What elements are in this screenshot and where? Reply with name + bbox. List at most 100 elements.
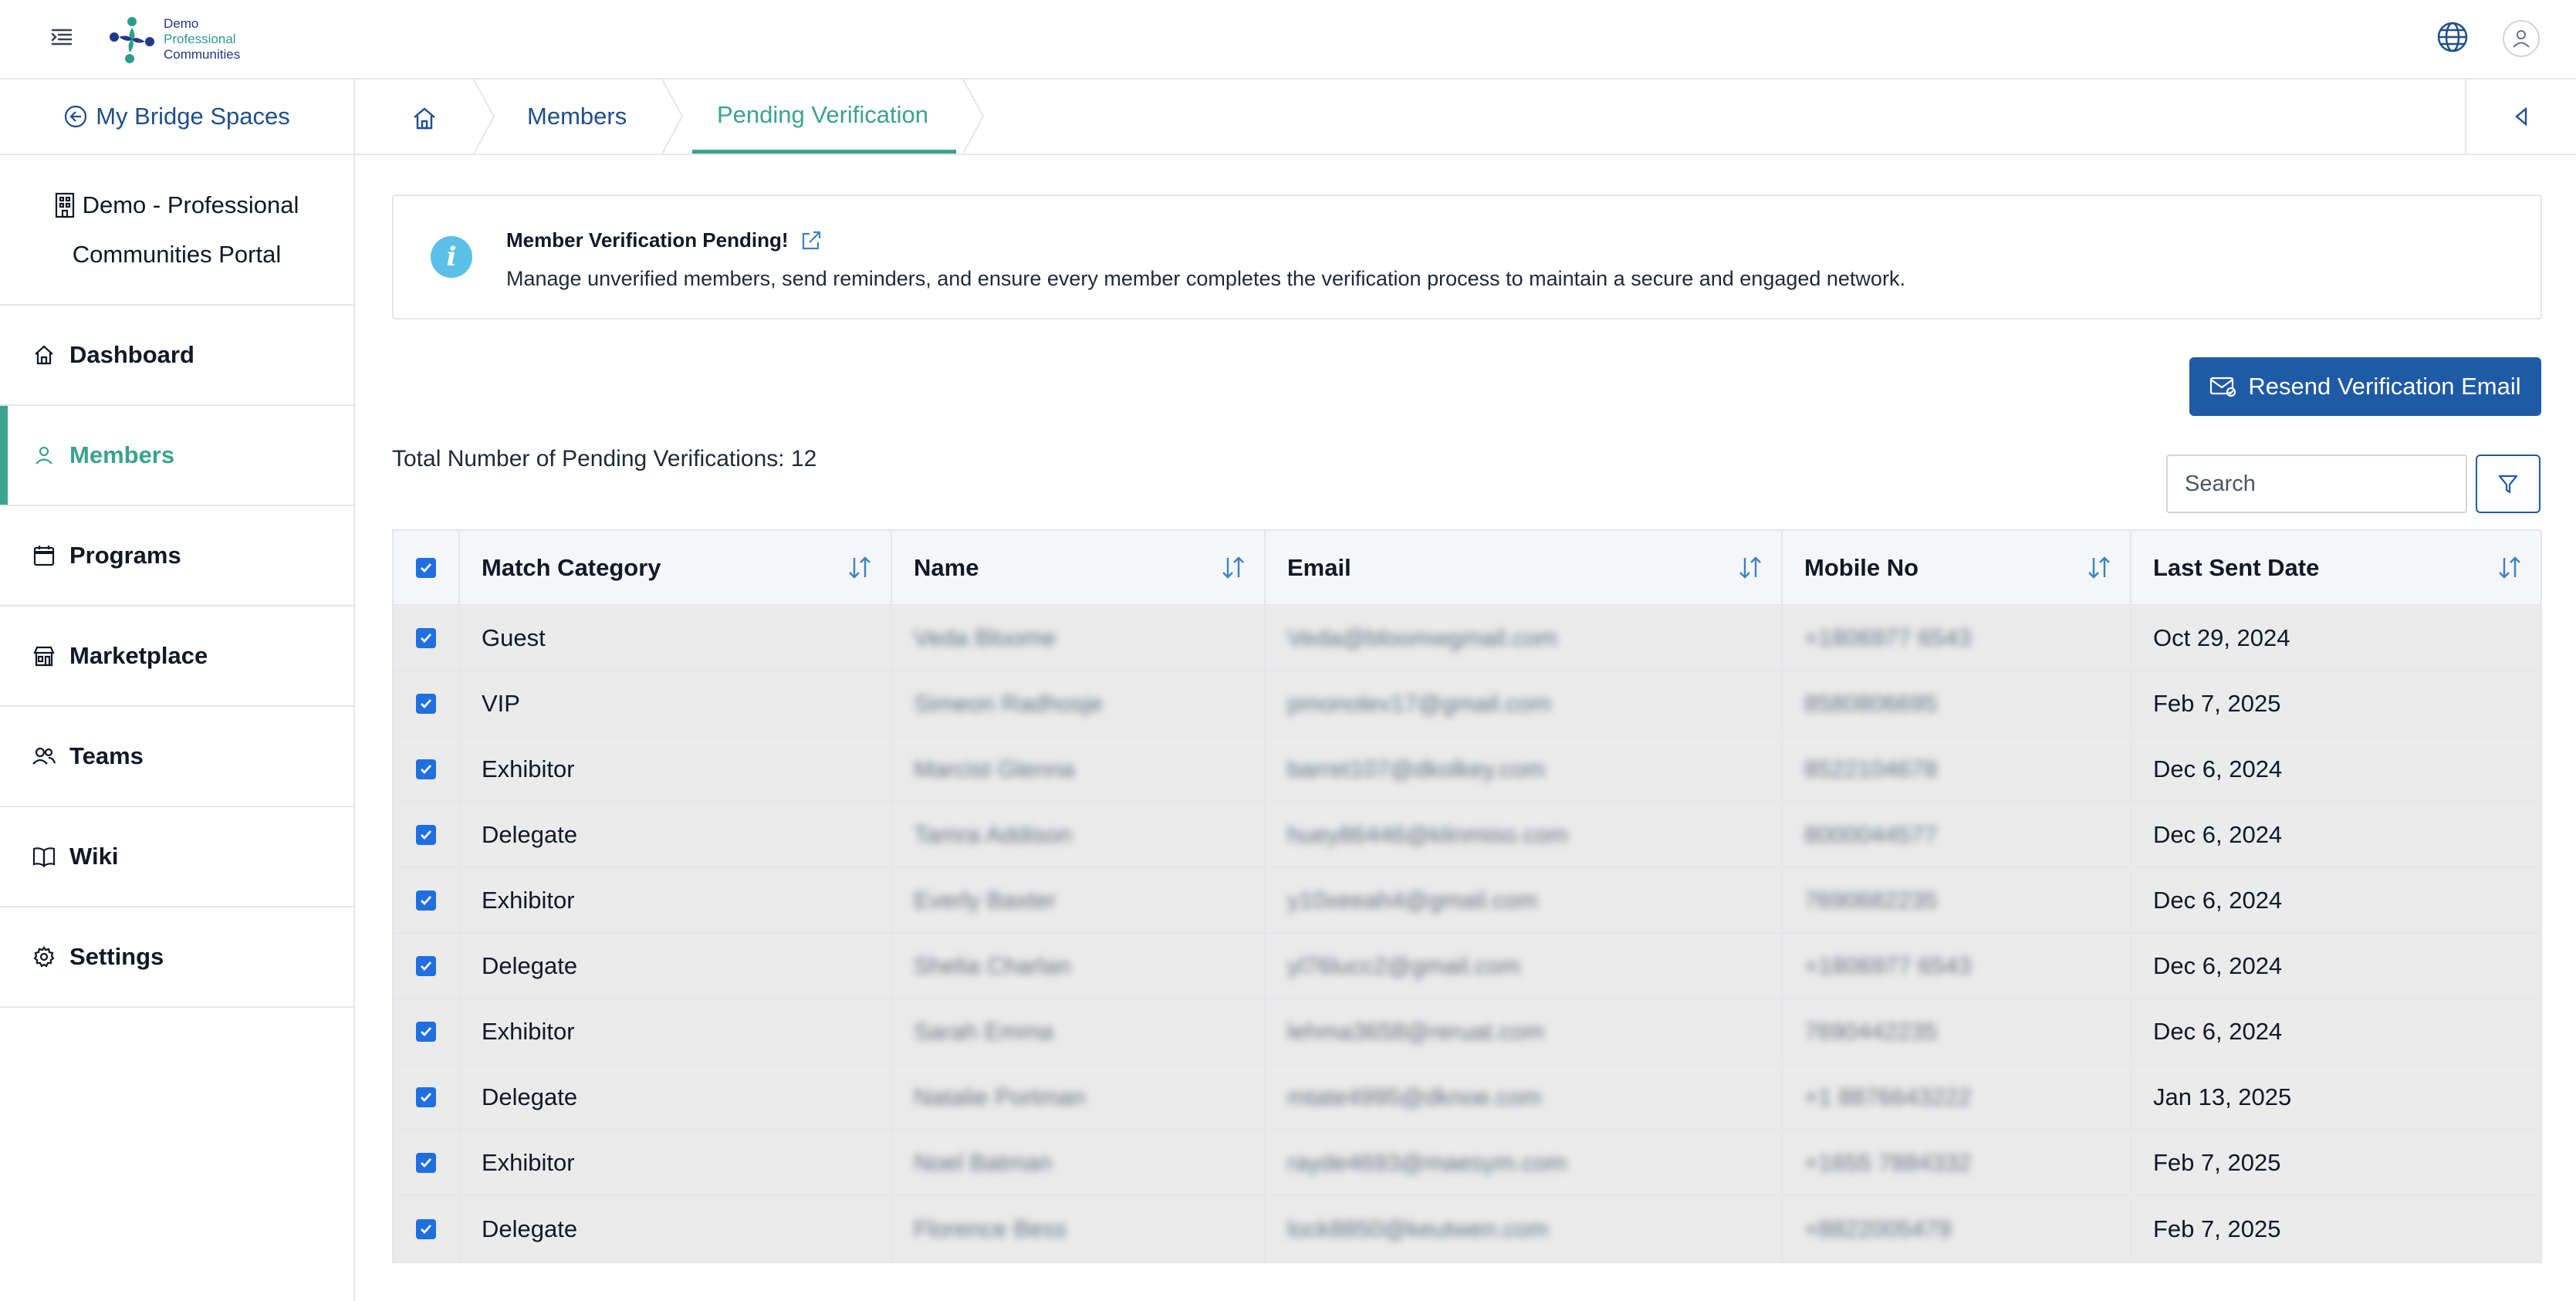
info-banner-title: Member Verification Pending! [506,228,823,252]
column-header-name[interactable]: Name [892,531,1266,604]
book-icon [31,843,57,870]
column-header-mobile-no[interactable]: Mobile No [1783,531,2131,604]
sidebar-item-programs[interactable]: Programs [0,506,353,607]
table-row[interactable]: Delegate Florence Bess lock8850@keutwen.co… [394,1196,2541,1262]
table-row[interactable]: Exhibitor Everly Baxter y10xeeah4@gmail.co… [394,868,2541,934]
row-select-cell [394,1065,460,1129]
cell-name-text: Everly Baxter [914,886,1056,914]
column-header-label: Mobile No [1804,553,1919,581]
cell-mobile-text: 8580806695 [1804,689,1938,717]
back-to-bridge-spaces-link[interactable]: My Bridge Spaces [0,79,353,155]
breadcrumb-item-members[interactable]: Members [527,79,627,154]
cell-name-text: Marcist Glenna [914,755,1075,782]
store-icon [31,643,57,669]
cell-name-text: Natalie Portman [914,1083,1086,1110]
sidebar-item-marketplace[interactable]: Marketplace [0,607,353,707]
filter-icon [2498,475,2518,494]
table-row[interactable]: Delegate Tamra Addison huey86446@klinmiso.… [394,803,2541,868]
column-header-match-category[interactable]: Match Category [460,531,892,604]
building-icon [55,192,74,218]
row-checkbox[interactable] [416,1086,436,1107]
sidebar-item-dashboard[interactable]: Dashboard [0,306,353,406]
column-header-email[interactable]: Email [1266,531,1783,604]
breadcrumb-item-pending-verification[interactable]: Pending Verification [692,79,956,154]
external-link-icon[interactable] [800,229,823,252]
resend-verification-email-button[interactable]: Resend Verification Email [2189,357,2541,416]
cell-email: huey86446@klinmiso.com [1266,803,1783,867]
sidebar-item-label: Programs [69,542,181,569]
cell-name-text: Sarah Emma [914,1017,1053,1045]
cell-email: y10xeeah4@gmail.com [1266,868,1783,932]
brand-logo[interactable]: Demo Professional Communities [106,11,240,68]
cell-name: Sarah Emma [892,999,1266,1063]
cell-name: Marcist Glenna [892,737,1266,801]
row-checkbox[interactable] [416,759,436,779]
row-checkbox[interactable] [416,955,436,976]
cell-email-text: lehma3658@reruat.com [1287,1017,1545,1045]
row-select-cell [394,999,460,1063]
cell-mobile-text: +1 8876643222 [1804,1083,1972,1110]
row-checkbox[interactable] [416,1021,436,1042]
cell-mobile-text: +1655 7884332 [1804,1148,1972,1176]
table-header-row: Match Category Name Email Mobile No Last… [394,531,2541,606]
cell-mobile-text: +1806977 6543 [1804,623,1972,651]
cell-match-category: Exhibitor [460,737,892,801]
cell-mobile-text: 8522104678 [1804,755,1938,782]
cell-email-text: lock8850@keutwen.com [1287,1215,1549,1242]
cell-email: lock8850@keutwen.com [1266,1196,1783,1262]
filter-button[interactable] [2476,455,2541,513]
collapse-panel-button[interactable] [2465,79,2576,154]
cell-name-text: Veda Bloome [914,623,1056,651]
row-checkbox[interactable] [416,824,436,845]
table-row[interactable]: Delegate Shelia Charlan yl76lucc2@gmail.co… [394,934,2541,999]
resend-button-label: Resend Verification Email [2248,373,2521,400]
cell-name: Noel Batman [892,1130,1266,1195]
cell-email: mtate4995@dknoe.com [1266,1065,1783,1129]
cell-mobile-text: 7690682235 [1804,886,1938,914]
cell-name-text: Tamra Addison [914,820,1073,848]
row-checkbox[interactable] [416,627,436,648]
sidebar-item-label: Marketplace [69,642,208,669]
sort-icon[interactable] [2496,554,2524,582]
table-row[interactable]: Guest Veda Bloome Veda@bloomwgmail.com +180… [394,606,2541,671]
cell-email-text: barret107@dkolkey.com [1287,755,1546,782]
column-header-label: Name [914,553,979,581]
row-checkbox[interactable] [416,1218,436,1239]
sort-icon[interactable] [2085,554,2113,582]
menu-toggle-icon[interactable] [48,23,76,51]
search-input[interactable] [2166,455,2467,513]
total-pending-count: Total Number of Pending Verifications: 1… [392,446,817,471]
row-select-cell [394,1130,460,1195]
table-row[interactable]: Delegate Natalie Portman mtate4995@dknoe.c… [394,1065,2541,1130]
sidebar-item-settings[interactable]: Settings [0,907,353,1008]
sort-icon[interactable] [1736,554,1764,582]
cell-name: Everly Baxter [892,868,1266,932]
column-header-last-sent-date[interactable]: Last Sent Date [2131,531,2541,604]
table-row[interactable]: Exhibitor Sarah Emma lehma3658@reruat.com 7… [394,999,2541,1065]
breadcrumb-home-icon[interactable] [409,103,440,133]
language-globe-icon[interactable] [2436,20,2470,54]
table-row[interactable]: VIP Simeon Radhosje pmonolev17@gmail.com 85… [394,671,2541,737]
cell-email: yl76lucc2@gmail.com [1266,934,1783,998]
cell-name: Shelia Charlan [892,934,1266,998]
user-avatar-icon[interactable] [2503,20,2540,57]
back-link-label: My Bridge Spaces [96,103,290,130]
table-row[interactable]: Exhibitor Noel Batman rayde4693@maesym.com… [394,1130,2541,1196]
logo-wordmark: Demo Professional Communities [164,16,240,63]
cell-name: Veda Bloome [892,606,1266,670]
table-row[interactable]: Exhibitor Marcist Glenna barret107@dkolkey… [394,737,2541,803]
select-all-checkbox[interactable] [416,557,436,578]
row-checkbox[interactable] [416,890,436,911]
sidebar-item-teams[interactable]: Teams [0,707,353,807]
cell-last-sent-date: Feb 7, 2025 [2153,1148,2281,1176]
row-checkbox[interactable] [416,693,436,714]
sort-icon[interactable] [1219,554,1247,582]
sort-icon[interactable] [846,554,874,582]
cell-name-text: Shelia Charlan [914,951,1071,979]
breadcrumb-separator [661,79,684,154]
row-checkbox[interactable] [416,1152,436,1173]
sidebar-item-members[interactable]: Members [0,406,353,506]
cell-match-category: VIP [460,671,892,735]
cell-email: rayde4693@maesym.com [1266,1130,1783,1195]
sidebar-item-wiki[interactable]: Wiki [0,807,353,907]
